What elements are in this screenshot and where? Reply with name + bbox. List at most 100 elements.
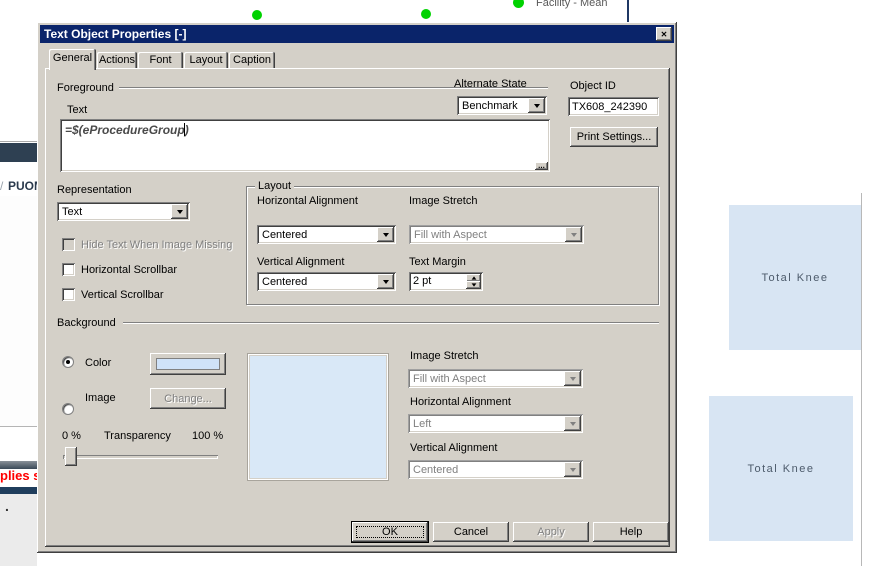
navy-bar	[0, 487, 37, 494]
bg-image-stretch-select: Fill with Aspect	[408, 369, 583, 388]
change-image-label: Change...	[164, 392, 212, 405]
dialog-title-bar[interactable]: Text Object Properties [-]	[40, 25, 674, 43]
chart-data-point	[421, 9, 431, 19]
legend-label: Facility - Mean	[536, 0, 608, 9]
text-field-label: Text	[67, 104, 88, 116]
alternate-state-label: Alternate State	[454, 78, 527, 90]
color-radio[interactable]	[62, 356, 74, 368]
chart-data-point	[252, 10, 262, 20]
vertical-scrollbar-checkbox-label: Vertical Scrollbar	[81, 289, 164, 301]
tab-label: Actions	[98, 54, 136, 66]
period-text: .	[5, 498, 9, 514]
chevron-down-icon	[565, 227, 582, 242]
bg-horizontal-alignment-label: Horizontal Alignment	[410, 396, 511, 408]
transparency-label: Transparency	[104, 430, 171, 442]
tab-label: Layout	[189, 54, 223, 66]
text-object-label: Total Knee	[747, 462, 815, 475]
object-id-input[interactable]: TX608_242390	[568, 97, 659, 116]
close-icon: ✕	[660, 29, 668, 39]
horizontal-scrollbar-checkbox[interactable]	[62, 263, 75, 276]
horizontal-alignment-value: Centered	[262, 229, 308, 241]
bg-vertical-alignment-label: Vertical Alignment	[410, 442, 498, 454]
horizontal-alignment-label: Horizontal Alignment	[257, 195, 358, 207]
transparency-min-label: 0 %	[62, 430, 81, 442]
text-margin-label: Text Margin	[409, 256, 466, 268]
text-cursor	[184, 123, 185, 136]
vertical-scrollbar-checkbox[interactable]	[62, 288, 75, 301]
vertical-alignment-value: Centered	[262, 276, 308, 288]
text-object-total-knee-1[interactable]: Total Knee	[729, 205, 861, 350]
spinner-down-button[interactable]	[466, 281, 481, 289]
color-swatch-button[interactable]	[150, 353, 226, 375]
background-preview-fill	[250, 356, 386, 478]
layout-group-title: Layout	[255, 180, 295, 192]
chevron-down-icon[interactable]	[377, 227, 394, 242]
bg-image-stretch-value: Fill with Aspect	[413, 373, 486, 385]
expression-editor-button[interactable]: ...	[535, 162, 548, 170]
cancel-button[interactable]: Cancel	[433, 522, 509, 542]
image-stretch-label: Image Stretch	[409, 195, 478, 207]
bg-horizontal-alignment-select: Left	[408, 414, 583, 433]
representation-value: Text	[62, 206, 83, 218]
object-id-label: Object ID	[570, 80, 616, 92]
print-settings-label: Print Settings...	[576, 131, 652, 143]
color-radio-label: Color	[85, 357, 112, 369]
chevron-down-icon	[564, 416, 581, 431]
legend-marker-icon	[513, 0, 524, 8]
text-object-properties-dialog: Text Object Properties [-] ✕ General Act…	[37, 22, 677, 553]
chevron-down-icon	[564, 371, 581, 386]
hide-text-checkbox-label: Hide Text When Image Missing	[81, 239, 233, 251]
transparency-slider-thumb[interactable]	[65, 447, 77, 466]
layout-group: Layout Horizontal Alignment Centered Ima…	[246, 180, 659, 305]
vertical-alignment-label: Vertical Alignment	[257, 256, 345, 268]
close-button[interactable]: ✕	[656, 27, 672, 41]
change-image-button: Change...	[150, 388, 226, 409]
chevron-down-icon[interactable]	[528, 98, 545, 113]
background-section-line	[123, 322, 659, 324]
text-margin-value: 2 pt	[413, 275, 432, 287]
ok-button[interactable]: OK	[352, 522, 428, 542]
help-button[interactable]: Help	[593, 522, 669, 542]
representation-select[interactable]: Text	[57, 202, 190, 221]
transparency-max-label: 100 %	[192, 430, 224, 442]
bg-image-stretch-label: Image Stretch	[410, 350, 479, 362]
chevron-down-icon[interactable]	[377, 274, 394, 289]
tab-general[interactable]: General	[49, 49, 96, 70]
tab-label: Font	[149, 54, 172, 66]
text-object-total-knee-2[interactable]: Total Knee	[709, 396, 853, 541]
tab-label: Caption	[233, 54, 271, 66]
chevron-down-icon[interactable]	[171, 204, 188, 219]
vertical-alignment-select[interactable]: Centered	[257, 272, 396, 291]
color-swatch	[156, 358, 220, 370]
dialog-title: Text Object Properties [-]	[44, 27, 187, 41]
image-stretch-select: Fill with Aspect	[409, 225, 584, 244]
text-expression-value: =$(eProcedureGroup)	[65, 123, 189, 137]
image-radio[interactable]	[62, 403, 74, 415]
horizontal-alignment-select[interactable]: Centered	[257, 225, 396, 244]
alternate-state-select[interactable]: Benchmark	[457, 96, 547, 115]
table-body	[0, 196, 37, 427]
alternate-state-value: Benchmark	[462, 100, 518, 112]
horizontal-scrollbar-checkbox-label: Horizontal Scrollbar	[81, 264, 177, 276]
red-warning-text: plies s	[0, 468, 41, 483]
text-margin-spinner[interactable]: 2 pt	[409, 272, 483, 291]
bg-horizontal-alignment-value: Left	[413, 418, 432, 430]
sheet-divider-line	[861, 193, 862, 566]
object-id-value: TX608_242390	[572, 101, 648, 113]
background-preview	[247, 353, 389, 481]
image-stretch-value: Fill with Aspect	[414, 229, 487, 241]
text-expression-input[interactable]: =$(eProcedureGroup) ...	[60, 119, 550, 172]
column-header-slash: /	[0, 179, 4, 193]
hide-text-checkbox	[62, 238, 75, 251]
cancel-label: Cancel	[453, 526, 489, 538]
help-label: Help	[619, 526, 643, 538]
apply-button: Apply	[513, 522, 589, 542]
text-object-label: Total Knee	[761, 271, 829, 284]
tab-label: General	[52, 52, 93, 64]
ellipsis-icon: ...	[538, 161, 545, 170]
print-settings-button[interactable]: Print Settings...	[570, 127, 658, 147]
transparency-slider-track[interactable]	[63, 455, 218, 459]
representation-label: Representation	[57, 184, 132, 196]
bg-vertical-alignment-select: Centered	[408, 460, 583, 479]
bg-vertical-alignment-value: Centered	[413, 464, 459, 476]
